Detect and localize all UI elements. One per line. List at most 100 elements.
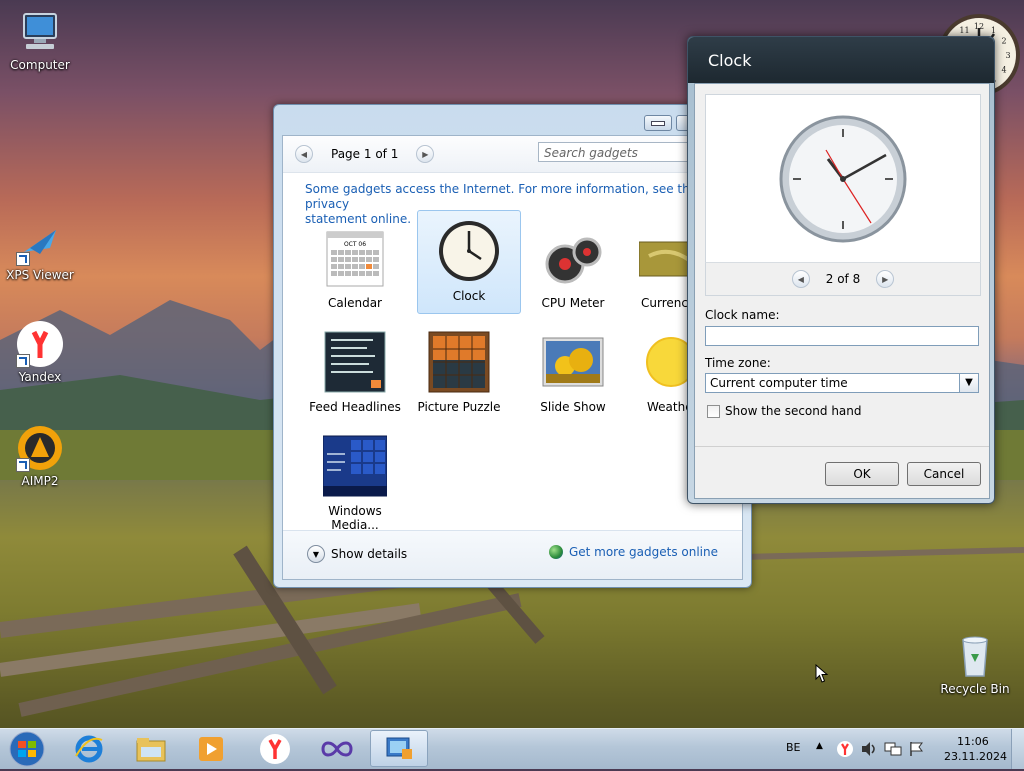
- chevron-right-icon: ▶: [882, 274, 889, 284]
- gallery-toolbar: ◀ Page 1 of 1 ▶ Search gadgets: [283, 136, 742, 173]
- gadget-windows-media[interactable]: Windows Media...: [303, 428, 407, 532]
- desktop-icon-yandex[interactable]: Yandex: [0, 320, 80, 384]
- taskbar-infinity-app[interactable]: [308, 730, 366, 767]
- chevron-down-icon[interactable]: ▼: [959, 374, 978, 392]
- start-button[interactable]: [4, 730, 50, 768]
- chevron-right-icon: ▶: [422, 149, 429, 159]
- desktop-icon-label: Yandex: [18, 370, 62, 384]
- desktop-icon-recycle-bin[interactable]: Recycle Bin: [935, 632, 1015, 696]
- show-details-toggle[interactable]: ▼ Show details: [307, 545, 407, 563]
- clock-numeral: 1: [991, 26, 996, 35]
- gadget-label: Calendar: [328, 296, 382, 310]
- yandex-icon: [16, 320, 64, 368]
- network-icon[interactable]: [884, 741, 902, 760]
- calendar-month: OCT 06: [344, 241, 366, 248]
- gadget-label: Windows Media...: [328, 504, 382, 532]
- clock-numeral: 3: [1005, 51, 1010, 60]
- time-zone-value: Current computer time: [710, 376, 848, 390]
- get-more-label: Get more gadgets online: [568, 545, 718, 559]
- show-details-label: Show details: [331, 547, 408, 561]
- clock-time[interactable]: 11:06: [957, 735, 989, 748]
- cancel-button[interactable]: Cancel: [907, 462, 981, 486]
- desktop-icon-computer[interactable]: Computer: [0, 8, 80, 72]
- gadget-slide-show[interactable]: Slide Show: [521, 324, 625, 426]
- tray-yandex[interactable]: [836, 740, 854, 761]
- gadget-cpu-meter[interactable]: CPU Meter: [521, 220, 625, 322]
- aimp2-icon: [16, 424, 64, 472]
- shortcut-arrow-icon: [16, 458, 30, 472]
- page-navigator: ◀ Page 1 of 1 ▶: [295, 144, 435, 164]
- clock-style-index: 2 of 8: [825, 272, 861, 286]
- windows-media-icon: [322, 434, 388, 498]
- language-indicator[interactable]: BE: [786, 741, 801, 754]
- action-center-flag-icon[interactable]: [908, 741, 926, 760]
- calendar-icon: OCT 06: [323, 226, 387, 290]
- clock-style-navigator: ◀ 2 of 8 ▶: [705, 262, 981, 296]
- gadget-clock[interactable]: Clock: [417, 210, 521, 314]
- slide-show-icon: [541, 330, 605, 394]
- clock-preview-face-icon: [779, 115, 907, 243]
- gadget-label: Slide Show: [540, 400, 606, 414]
- picture-puzzle-icon: [427, 330, 491, 394]
- xps-viewer-icon: [16, 218, 64, 266]
- recycle-bin-icon: [951, 632, 999, 680]
- ok-button[interactable]: OK: [825, 462, 899, 486]
- clock-name-label: Clock name:: [705, 308, 780, 322]
- desktop-icon-label: XPS Viewer: [6, 268, 74, 282]
- second-hand-label: Show the second hand: [725, 404, 862, 418]
- privacy-info-line: Some gadgets access the Internet. For mo…: [305, 182, 698, 211]
- taskbar-windows-explorer[interactable]: [122, 730, 180, 767]
- clock-date[interactable]: 23.11.2024: [944, 750, 1007, 763]
- time-zone-label: Time zone:: [705, 356, 771, 370]
- yandex-icon: [260, 733, 290, 764]
- show-desktop-button[interactable]: [1011, 729, 1024, 769]
- gadget-calendar[interactable]: OCT 06 Calendar: [303, 220, 407, 322]
- next-page-button[interactable]: ▶: [416, 145, 435, 163]
- get-more-gadgets-link[interactable]: Get more gadgets online: [548, 545, 718, 559]
- checkbox-box[interactable]: [707, 404, 720, 418]
- previous-clock-button[interactable]: ◀: [791, 270, 810, 288]
- taskbar-media-player[interactable]: [182, 730, 240, 767]
- mouse-cursor-icon: [815, 664, 829, 683]
- desktop-icon-label: AIMP2: [21, 474, 59, 488]
- clock-name-input[interactable]: [705, 326, 979, 346]
- gadgets-app-icon: [386, 737, 412, 759]
- taskbar-internet-explorer[interactable]: [60, 730, 118, 767]
- gadget-label: Picture Puzzle: [417, 400, 501, 414]
- volume-icon[interactable]: [860, 741, 878, 760]
- chevron-down-icon: ▼: [307, 545, 325, 563]
- gadget-gallery-window: ◀ Page 1 of 1 ▶ Search gadgets Some gadg…: [273, 104, 752, 588]
- gadget-label: Clock: [452, 289, 486, 303]
- yandex-icon: [837, 741, 853, 757]
- taskbar-gadgets[interactable]: [370, 730, 428, 767]
- windows-explorer-icon: [136, 737, 166, 761]
- gadget-feed-headlines[interactable]: Feed Headlines: [303, 324, 407, 426]
- second-hand-checkbox[interactable]: Show the second hand: [707, 404, 862, 418]
- gadget-gallery-content: ◀ Page 1 of 1 ▶ Search gadgets Some gadg…: [282, 135, 743, 580]
- taskbar-yandex[interactable]: [246, 730, 304, 767]
- feed-headlines-icon: [323, 330, 387, 394]
- show-hidden-icons-icon[interactable]: ▲: [816, 741, 823, 751]
- clock-numeral: 12: [974, 22, 984, 31]
- clock-icon: [437, 219, 501, 283]
- gallery-footer: ▼ Show details Get more gadgets online: [283, 530, 742, 579]
- gadget-picture-puzzle[interactable]: Picture Puzzle: [407, 324, 511, 426]
- dialog-divider: [695, 446, 989, 447]
- time-zone-select[interactable]: Current computer time ▼: [705, 373, 979, 393]
- dialog-body: ◀ 2 of 8 ▶ Clock name: Time zone: Curren…: [694, 83, 990, 499]
- cpu-meter-icon: [541, 226, 605, 290]
- internet-explorer-icon: [75, 735, 103, 762]
- desktop-icon-label: Computer: [10, 58, 70, 72]
- clock-numeral: 2: [1002, 37, 1007, 46]
- clock-numeral: 4: [1002, 66, 1007, 75]
- taskbar: BE ▲ 11:06 23.11.2024: [0, 728, 1024, 769]
- globe-icon: [548, 545, 563, 559]
- chevron-left-icon: ◀: [797, 274, 804, 284]
- next-clock-button[interactable]: ▶: [876, 270, 895, 288]
- windows-logo-icon: [9, 731, 45, 767]
- shortcut-arrow-icon: [16, 354, 30, 368]
- desktop-icon-aimp2[interactable]: AIMP2: [0, 424, 80, 488]
- previous-page-button[interactable]: ◀: [295, 145, 313, 163]
- desktop-icon-xps-viewer[interactable]: XPS Viewer: [0, 218, 80, 282]
- minimize-button[interactable]: [644, 115, 672, 131]
